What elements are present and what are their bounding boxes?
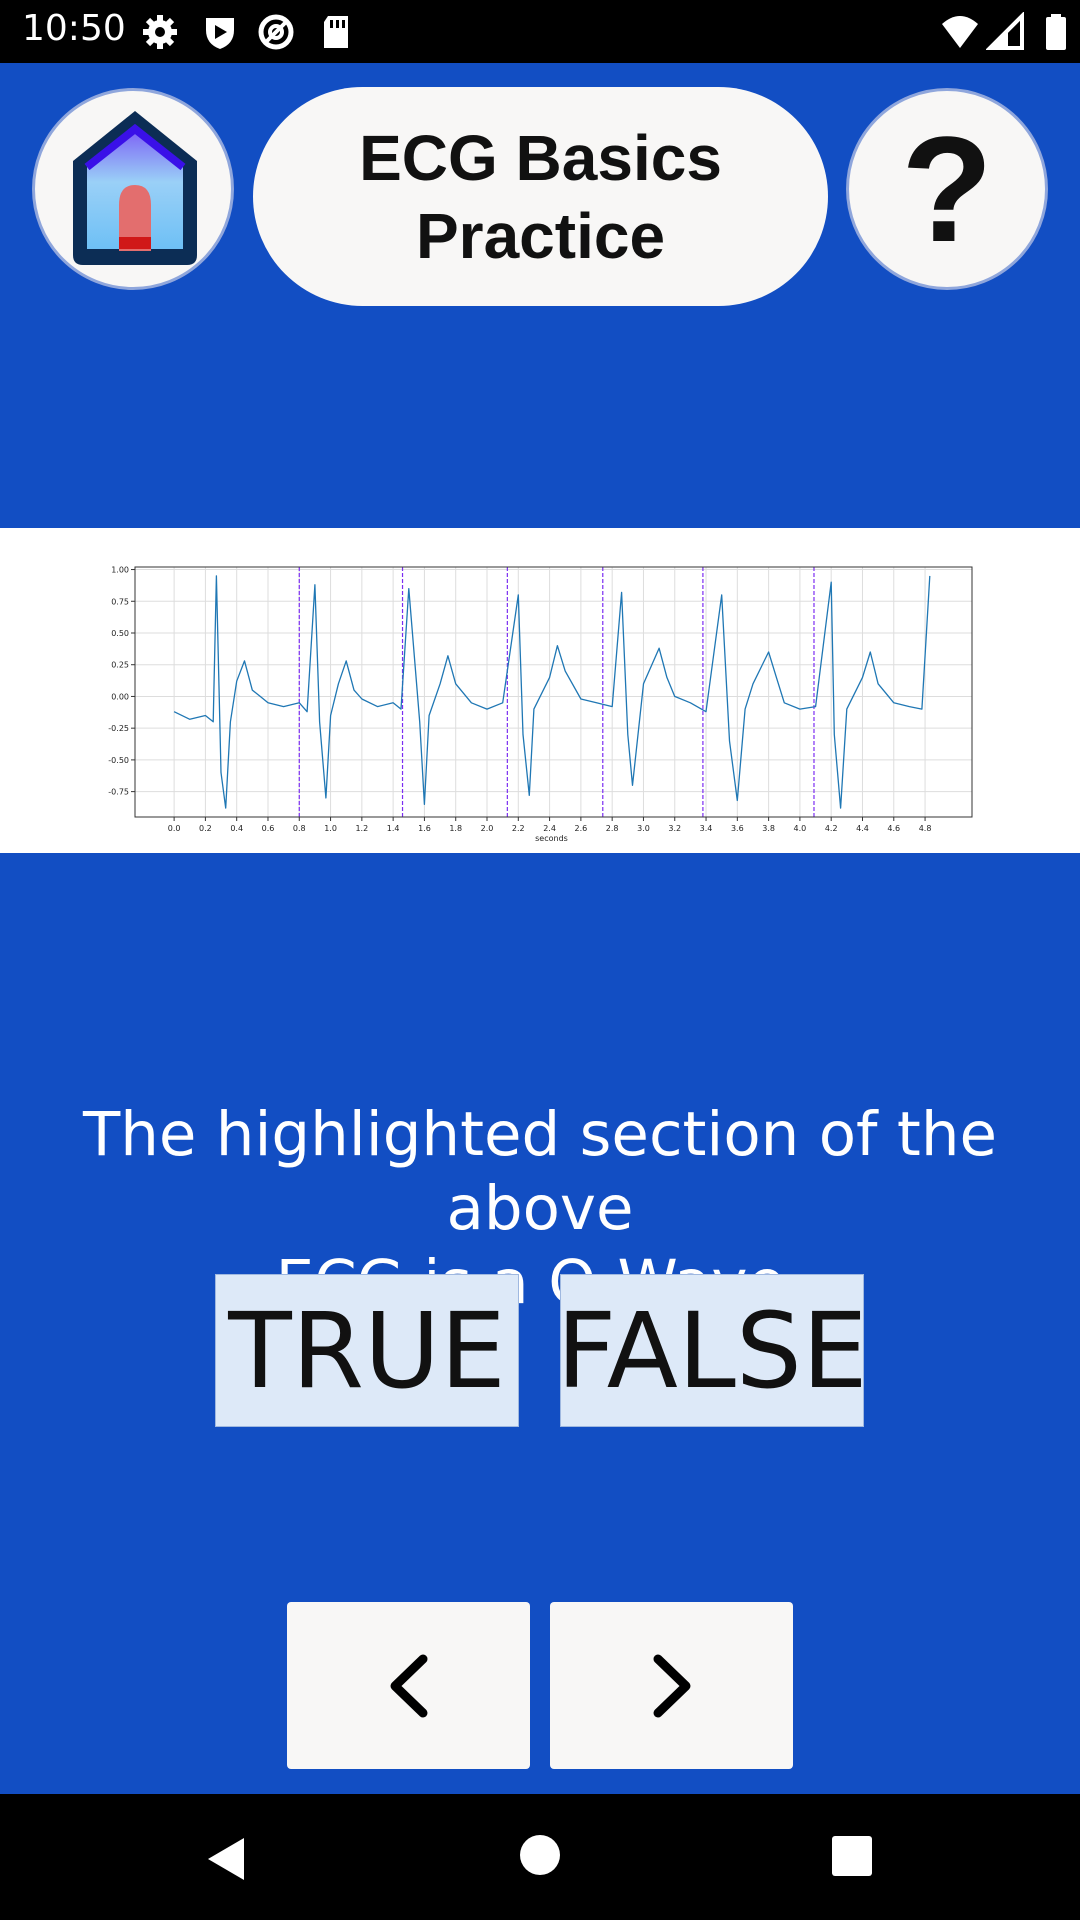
y-tick-label: 0.00 xyxy=(111,692,129,701)
recents-square-icon[interactable] xyxy=(830,1834,874,1878)
true-button[interactable]: TRUE xyxy=(215,1274,519,1427)
help-label: ? xyxy=(901,104,993,273)
home-icon xyxy=(73,111,197,265)
true-label: TRUE xyxy=(228,1289,506,1412)
previous-button[interactable] xyxy=(287,1602,530,1769)
y-tick-label: 0.50 xyxy=(111,629,129,638)
x-tick-label: 4.6 xyxy=(887,824,900,833)
system-nav-bar xyxy=(0,1794,1080,1920)
x-tick-label: 2.6 xyxy=(575,824,588,833)
help-button[interactable]: ? xyxy=(846,88,1048,290)
x-tick-label: 3.2 xyxy=(668,824,681,833)
next-button[interactable] xyxy=(550,1602,793,1769)
settings-icon xyxy=(143,15,177,49)
x-tick-label: 1.6 xyxy=(418,824,431,833)
x-tick-label: 2.4 xyxy=(543,824,556,833)
x-tick-label: 3.0 xyxy=(637,824,650,833)
false-button[interactable]: FALSE xyxy=(556,1274,868,1427)
title-line-2: Practice xyxy=(415,199,666,272)
chevron-left-icon xyxy=(390,1654,427,1717)
home-button[interactable] xyxy=(32,88,234,290)
y-tick-label: 0.75 xyxy=(111,597,129,606)
at-sign-icon xyxy=(258,14,294,50)
x-tick-label: 4.8 xyxy=(919,824,932,833)
question-line-2: ECG is a Q-Wave. xyxy=(275,1247,805,1318)
plot-frame xyxy=(134,566,973,818)
y-tick-label: -0.50 xyxy=(108,756,129,765)
x-tick-label: 1.2 xyxy=(355,824,368,833)
x-tick-label: 3.4 xyxy=(700,824,713,833)
x-tick-label: 4.0 xyxy=(794,824,807,833)
x-tick-label: 4.4 xyxy=(856,824,869,833)
home-circle-icon[interactable] xyxy=(517,1832,563,1878)
ecg-chart-panel: 0.0 0.2 0.4 0.6 0.8 1.0 1.2 1.4 1.6 1.8 2.0 2.2 2.4 2… xyxy=(0,528,1080,853)
x-tick-label: 2.8 xyxy=(606,824,619,833)
status-bar: 10:50 xyxy=(0,0,1080,63)
x-tick-label: 2.2 xyxy=(512,824,525,833)
page-title: ECG Basics Practice xyxy=(253,87,828,306)
x-tick-label: 3.6 xyxy=(731,824,744,833)
y-tick-label: -0.25 xyxy=(108,724,129,733)
x-tick-label: 1.8 xyxy=(449,824,462,833)
x-tick-label: 1.4 xyxy=(387,824,400,833)
false-label: FALSE xyxy=(556,1289,868,1412)
x-tick-label: 0.6 xyxy=(262,824,275,833)
sd-card-icon xyxy=(324,16,348,48)
x-tick-label: 3.8 xyxy=(762,824,775,833)
battery-icon xyxy=(1046,14,1066,50)
wifi-icon xyxy=(942,16,978,48)
x-tick-label: 0.8 xyxy=(293,824,306,833)
chevron-right-icon xyxy=(653,1654,690,1717)
ecg-series-line xyxy=(173,575,931,809)
x-tick-label: 0.2 xyxy=(199,824,212,833)
question-text: The highlighted section of the above ECG… xyxy=(0,1098,1080,1320)
y-tick-label: 0.25 xyxy=(111,661,129,670)
x-tick-label: 0.4 xyxy=(230,824,243,833)
x-tick-label: 1.0 xyxy=(324,824,337,833)
x-tick-label: 0.0 xyxy=(168,824,181,833)
ecg-chart: 0.0 0.2 0.4 0.6 0.8 1.0 1.2 1.4 1.6 1.8 2.0 2.2 2.4 2… xyxy=(108,566,973,843)
x-tick-label: 2.0 xyxy=(481,824,494,833)
signal-icon xyxy=(986,12,1024,50)
shield-icon xyxy=(206,18,234,49)
x-axis-label: seconds xyxy=(535,834,568,843)
status-time: 10:50 xyxy=(22,8,126,49)
title-line-1: ECG Basics xyxy=(359,121,722,194)
back-triangle-icon[interactable] xyxy=(202,1834,252,1884)
x-tick-label: 4.2 xyxy=(825,824,838,833)
y-tick-label: 1.00 xyxy=(111,566,129,575)
y-tick-label: -0.75 xyxy=(108,788,129,797)
question-line-1: The highlighted section of the above xyxy=(82,1099,998,1244)
